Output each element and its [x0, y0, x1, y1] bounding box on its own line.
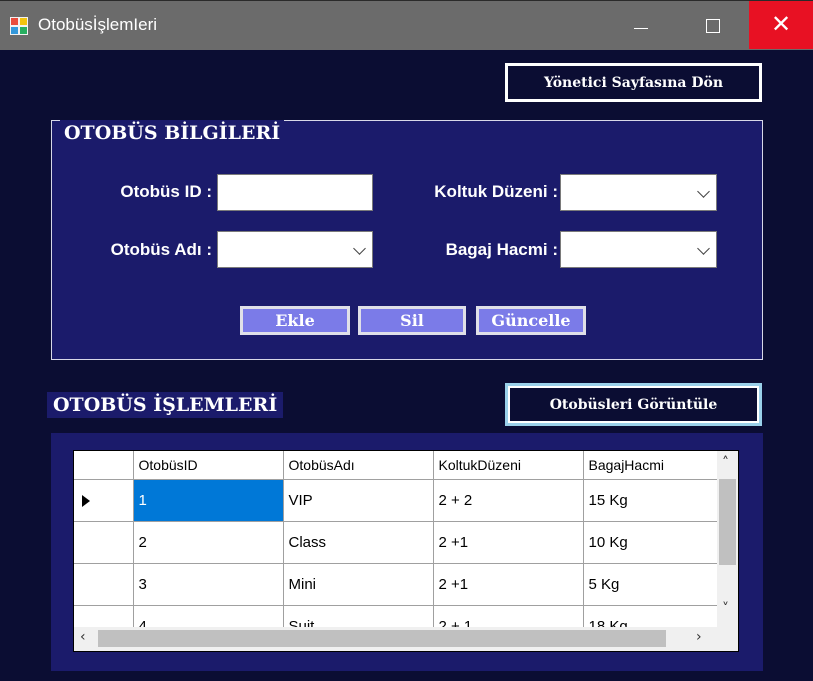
- table-cell[interactable]: 15 Kg: [583, 479, 734, 522]
- row-header[interactable]: [74, 479, 134, 522]
- table-cell[interactable]: 3: [133, 563, 284, 606]
- bus-info-title: OTOBÜS BİLGİLERİ: [60, 120, 285, 146]
- bus-operations-title: OTOBÜS İŞLEMLERİ: [47, 392, 284, 418]
- horizontal-scrollbar[interactable]: ‹ ›: [74, 627, 717, 651]
- table-cell[interactable]: 2 +1: [433, 521, 584, 564]
- horizontal-scroll-thumb[interactable]: [98, 630, 666, 647]
- table-cell[interactable]: 2 +1: [433, 563, 584, 606]
- vertical-scrollbar[interactable]: ˄ ˅: [717, 451, 738, 627]
- bus-table: OtobüsID OtobüsAdı KoltukDüzeni BagajHac…: [74, 451, 734, 648]
- bus-name-label: Otobüs Adı :: [110, 240, 212, 259]
- table-row[interactable]: 1 VIP 2 + 2 15 Kg: [74, 479, 734, 522]
- table-row[interactable]: 2 Class 2 +1 10 Kg: [74, 521, 734, 564]
- row-header[interactable]: [74, 521, 134, 564]
- scroll-up-icon[interactable]: ˄: [722, 455, 729, 471]
- table-row[interactable]: 3 Mini 2 +1 5 Kg: [74, 563, 734, 606]
- table-cell[interactable]: Class: [283, 521, 434, 564]
- current-row-icon: [82, 495, 90, 508]
- scroll-left-icon[interactable]: ‹: [80, 629, 86, 645]
- table-cell[interactable]: 10 Kg: [583, 521, 734, 564]
- view-buses-button[interactable]: Otobüsleri Görüntüle: [505, 383, 762, 426]
- chevron-down-icon: [697, 242, 710, 255]
- scrollbar-corner: [717, 627, 738, 651]
- add-button[interactable]: Ekle: [240, 306, 350, 335]
- column-header[interactable]: OtobüsID: [133, 451, 284, 480]
- close-button[interactable]: ✕: [749, 1, 813, 49]
- maximize-button[interactable]: [680, 1, 742, 49]
- close-icon: ✕: [770, 10, 792, 38]
- table-cell[interactable]: 2: [133, 521, 284, 564]
- column-header[interactable]: OtobüsAdı: [283, 451, 434, 480]
- delete-button-label: Sil: [361, 309, 463, 332]
- minimize-icon: [634, 28, 648, 29]
- table-cell[interactable]: 5 Kg: [583, 563, 734, 606]
- bus-data-grid[interactable]: OtobüsID OtobüsAdı KoltukDüzeni BagajHac…: [73, 450, 739, 652]
- table-cell[interactable]: 2 + 2: [433, 479, 584, 522]
- window-title: OtobüsİşlemIeri: [38, 15, 158, 34]
- chevron-down-icon: [353, 242, 366, 255]
- row-header[interactable]: [74, 563, 134, 606]
- row-header-corner: [74, 451, 134, 480]
- scroll-right-icon[interactable]: ›: [696, 629, 702, 645]
- delete-button[interactable]: Sil: [358, 306, 466, 335]
- back-to-admin-button[interactable]: Yönetici Sayfasına Dön: [505, 63, 762, 102]
- column-header[interactable]: KoltukDüzeni: [433, 451, 584, 480]
- update-button[interactable]: Güncelle: [476, 306, 586, 335]
- maximize-icon: [706, 19, 720, 33]
- update-button-label: Güncelle: [479, 309, 583, 332]
- luggage-capacity-label: Bagaj Hacmi :: [445, 240, 558, 259]
- column-header[interactable]: BagajHacmi: [583, 451, 734, 480]
- minimize-button[interactable]: [610, 1, 672, 49]
- table-header-row: OtobüsID OtobüsAdı KoltukDüzeni BagajHac…: [74, 451, 734, 480]
- add-button-label: Ekle: [243, 309, 347, 332]
- luggage-capacity-combo[interactable]: [560, 231, 717, 268]
- bus-id-input[interactable]: [217, 174, 373, 211]
- scroll-down-icon[interactable]: ˅: [722, 601, 729, 617]
- bus-name-combo[interactable]: [217, 231, 373, 268]
- table-cell[interactable]: 1: [133, 479, 284, 522]
- vertical-scroll-thumb[interactable]: [719, 479, 736, 565]
- seat-layout-combo[interactable]: [560, 174, 717, 211]
- view-buses-label: Otobüsleri Görüntüle: [508, 386, 759, 423]
- chevron-down-icon: [697, 185, 710, 198]
- bus-id-label: Otobüs ID :: [120, 182, 212, 201]
- table-cell[interactable]: VIP: [283, 479, 434, 522]
- table-cell[interactable]: Mini: [283, 563, 434, 606]
- app-icon: [10, 17, 28, 35]
- seat-layout-label: Koltuk Düzeni :: [434, 182, 558, 201]
- title-bar: OtobüsİşlemIeri ✕: [0, 0, 813, 50]
- back-to-admin-label: Yönetici Sayfasına Dön: [508, 66, 759, 99]
